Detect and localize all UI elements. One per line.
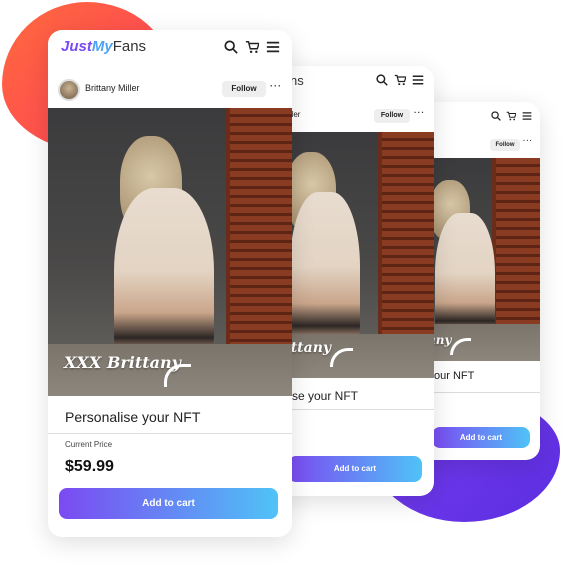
- cart-icon[interactable]: [506, 111, 516, 121]
- post-photo[interactable]: rittany: [272, 132, 434, 378]
- add-to-cart-button[interactable]: Add to cart: [59, 488, 278, 519]
- follow-button[interactable]: Follow: [374, 109, 410, 123]
- follow-button[interactable]: Follow: [222, 81, 266, 97]
- divider: [272, 409, 434, 410]
- cart-icon[interactable]: [394, 74, 406, 86]
- search-icon[interactable]: [376, 74, 388, 86]
- more-options-icon[interactable]: ···: [414, 108, 425, 117]
- app-logo[interactable]: JustMyFans: [61, 38, 146, 55]
- logo-my: My: [91, 38, 113, 55]
- price-label: Current Price: [65, 440, 113, 449]
- app-logo: ns: [290, 73, 304, 88]
- add-to-cart-button[interactable]: Add to cart: [432, 427, 530, 448]
- logo-just: Just: [61, 38, 92, 55]
- photo-signature: XXX Brittany: [64, 353, 181, 372]
- avatar[interactable]: [58, 79, 80, 101]
- more-options-icon[interactable]: ···: [270, 81, 282, 91]
- menu-icon[interactable]: [522, 111, 532, 121]
- price-value: $59.99: [65, 458, 114, 475]
- product-title: Personalise your NFT: [65, 409, 201, 425]
- product-card-middle: ns iller Follow ··· rittany se your NFT …: [272, 66, 434, 496]
- cart-icon[interactable]: [245, 40, 259, 54]
- search-icon[interactable]: [224, 40, 238, 54]
- divider: [48, 433, 292, 434]
- menu-icon[interactable]: [266, 40, 280, 54]
- logo-fans: Fans: [112, 38, 147, 55]
- product-title: se your NFT: [292, 389, 359, 403]
- menu-icon[interactable]: [412, 74, 424, 86]
- product-title: our NFT: [434, 370, 475, 382]
- post-photo[interactable]: XXX Brittany: [48, 108, 292, 396]
- add-to-cart-button[interactable]: Add to cart: [288, 456, 422, 482]
- search-icon[interactable]: [491, 111, 501, 121]
- post-username[interactable]: Brittany Miller: [85, 83, 140, 93]
- follow-button[interactable]: Follow: [490, 139, 520, 151]
- product-card-front: JustMyFans Brittany Miller Follow ··· XX…: [48, 30, 292, 537]
- more-options-icon[interactable]: ···: [523, 138, 533, 145]
